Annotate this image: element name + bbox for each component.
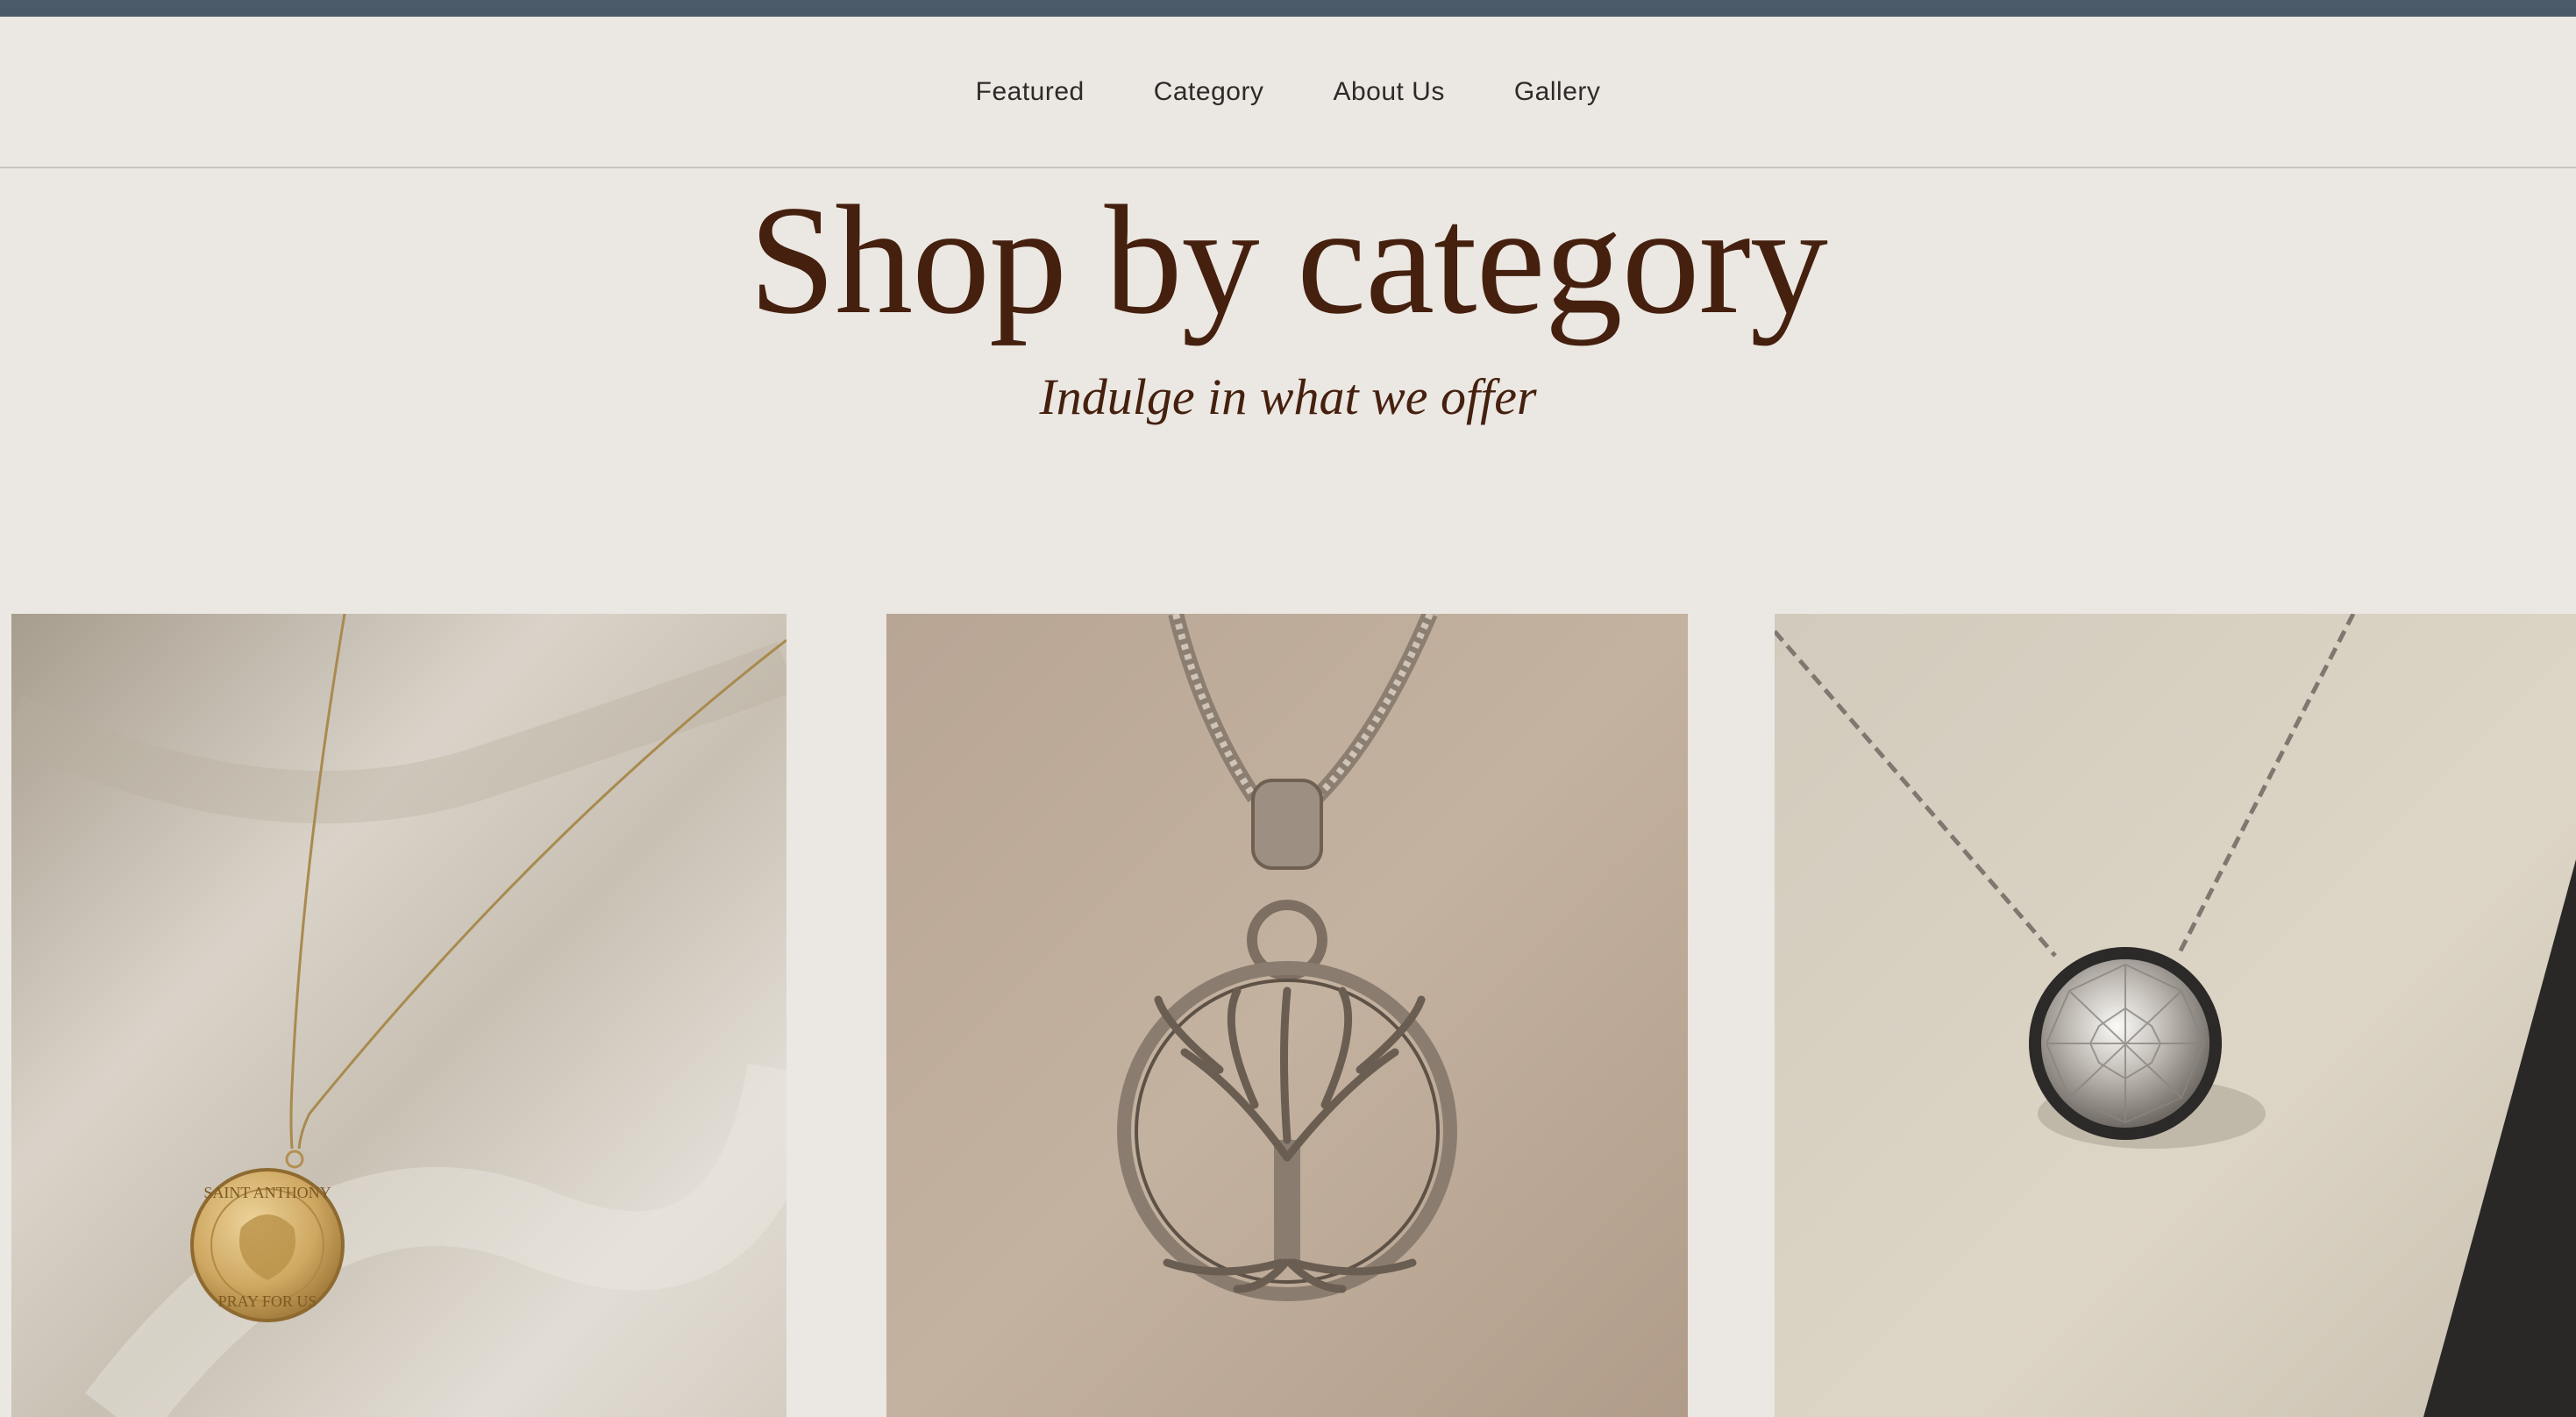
top-accent-bar	[0, 0, 2576, 17]
category-card-diamond-necklace[interactable]	[1775, 614, 2576, 1417]
category-card-tree-of-life-pendant[interactable]	[886, 614, 1688, 1417]
nav-gallery-link[interactable]: Gallery	[1514, 74, 1601, 110]
nav-featured-link[interactable]: Featured	[976, 74, 1085, 110]
nav-category-link[interactable]: Category	[1154, 74, 1264, 110]
medal-engraving-bottom: PRAY FOR US	[218, 1292, 317, 1310]
category-card-gold-medal-necklace[interactable]: SAINT ANTHONY PRAY FOR US	[11, 614, 786, 1417]
diamond-necklace-image	[1775, 614, 2576, 1417]
page-title: Shop by category	[749, 173, 1828, 346]
gold-medal-necklace-image: SAINT ANTHONY PRAY FOR US	[11, 614, 786, 1417]
main-navigation: Featured Category About Us Gallery	[0, 17, 2576, 168]
page-subtitle: Indulge in what we offer	[1039, 368, 1537, 425]
tree-of-life-pendant-image	[886, 614, 1688, 1417]
medal-engraving-top: SAINT ANTHONY	[203, 1184, 331, 1201]
nav-about-us-link[interactable]: About Us	[1333, 74, 1444, 110]
